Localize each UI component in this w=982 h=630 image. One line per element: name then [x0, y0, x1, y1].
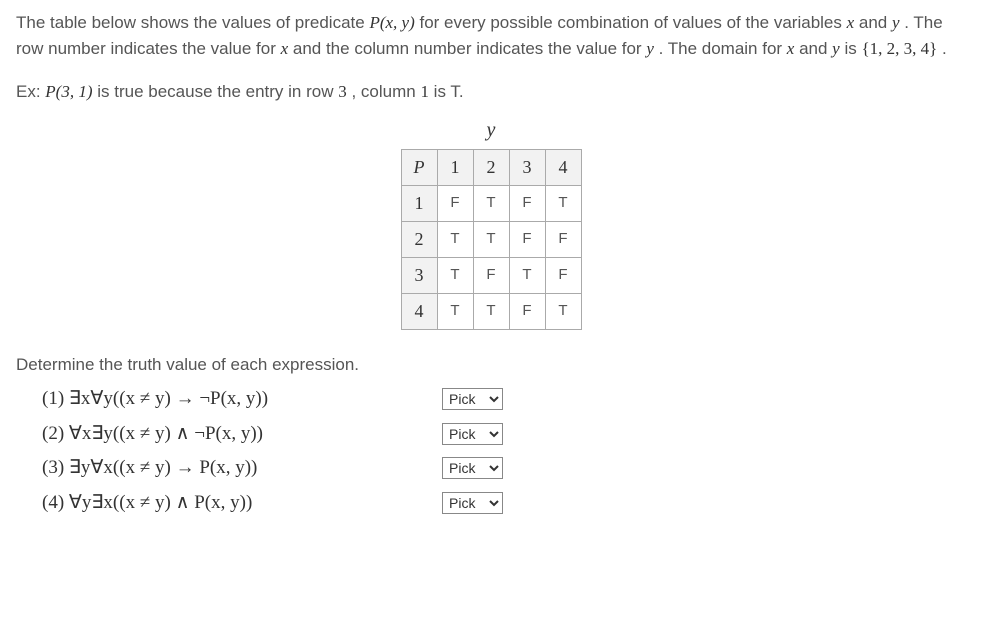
domain-set: {1, 2, 3, 4}	[861, 39, 937, 58]
determine-prompt: Determine the truth value of each expres…	[16, 352, 966, 378]
truth-cell: T	[545, 185, 581, 221]
truth-cell: F	[473, 257, 509, 293]
col-header: 1	[437, 149, 473, 185]
answer-select-4[interactable]: Pick True False	[442, 492, 503, 514]
truth-table: P 1 2 3 4 1 F T F T 2 T T F F 3 T F T F	[401, 149, 582, 330]
example-line: Ex: P(3, 1) is true because the entry in…	[16, 79, 966, 105]
intro-text: and	[859, 13, 892, 32]
answer-select-1[interactable]: Pick True False	[442, 388, 503, 410]
table-row: 1 F T F T	[401, 185, 581, 221]
col-header: 2	[473, 149, 509, 185]
answer-select-2[interactable]: Pick True False	[442, 423, 503, 445]
questions-block: (1) ∃x∀y((x ≠ y) → ¬P(x, y)) Pick True F…	[42, 385, 966, 517]
example-prefix: Ex:	[16, 82, 45, 101]
table-row: 4 T T F T	[401, 293, 581, 329]
table-row: 3 T F T F	[401, 257, 581, 293]
answer-select-3[interactable]: Pick True False	[442, 457, 503, 479]
truth-cell: T	[473, 185, 509, 221]
predicate-symbol: P(x, y)	[369, 13, 414, 32]
question-expression: ∃x∀y((x ≠ y) → ¬P(x, y))	[69, 388, 268, 409]
question-number: (4)	[42, 489, 64, 518]
example-text: is true because the entry in row	[97, 82, 338, 101]
question-row: (2) ∀x∃y((x ≠ y) ∧ ¬P(x, y)) Pick True F…	[42, 420, 966, 449]
intro-text: and the column number indicates the valu…	[293, 39, 646, 58]
truth-cell: F	[437, 185, 473, 221]
question-row: (3) ∃y∀x((x ≠ y) → P(x, y)) Pick True Fa…	[42, 454, 966, 483]
intro-paragraph: The table below shows the values of pred…	[16, 10, 956, 61]
intro-text: and	[799, 39, 832, 58]
row-header: 1	[401, 185, 437, 221]
truth-cell: F	[509, 185, 545, 221]
var-y: y	[832, 39, 840, 58]
var-y: y	[892, 13, 900, 32]
example-row: 3	[338, 82, 347, 101]
truth-cell: T	[437, 221, 473, 257]
col-header: 3	[509, 149, 545, 185]
example-text: , column	[351, 82, 420, 101]
col-header: 4	[545, 149, 581, 185]
row-header: 3	[401, 257, 437, 293]
example-text: is T.	[434, 82, 464, 101]
intro-text: for every possible combination of values…	[419, 13, 846, 32]
truth-cell: F	[509, 221, 545, 257]
intro-text: The table below shows the values of pred…	[16, 13, 369, 32]
truth-cell: T	[473, 293, 509, 329]
question-expression: ∀x∃y((x ≠ y) ∧ ¬P(x, y))	[69, 423, 263, 444]
question-row: (4) ∀y∃x((x ≠ y) ∧ P(x, y)) Pick True Fa…	[42, 489, 966, 518]
truth-cell: F	[509, 293, 545, 329]
var-y: y	[646, 39, 654, 58]
example-predicate: P(3, 1)	[45, 82, 92, 101]
intro-text: is	[844, 39, 861, 58]
intro-text: . The domain for	[659, 39, 787, 58]
var-x: x	[281, 39, 289, 58]
question-expression: ∀y∃x((x ≠ y) ∧ P(x, y))	[69, 492, 252, 513]
example-col: 1	[420, 82, 429, 101]
question-expression: ∃y∀x((x ≠ y) → P(x, y))	[69, 457, 257, 478]
table-corner: P	[401, 149, 437, 185]
question-number: (2)	[42, 420, 64, 449]
truth-cell: F	[545, 221, 581, 257]
y-axis-label: y	[16, 115, 966, 145]
table-row: 2 T T F F	[401, 221, 581, 257]
truth-cell: T	[473, 221, 509, 257]
var-x: x	[787, 39, 795, 58]
header-row: P 1 2 3 4	[401, 149, 581, 185]
var-x: x	[847, 13, 855, 32]
question-number: (1)	[42, 385, 64, 414]
truth-cell: T	[437, 293, 473, 329]
truth-table-container: y P 1 2 3 4 1 F T F T 2 T T F F 3 T F T …	[16, 115, 966, 330]
truth-cell: T	[509, 257, 545, 293]
row-header: 2	[401, 221, 437, 257]
question-row: (1) ∃x∀y((x ≠ y) → ¬P(x, y)) Pick True F…	[42, 385, 966, 414]
intro-text: .	[942, 39, 947, 58]
truth-cell: F	[545, 257, 581, 293]
question-number: (3)	[42, 454, 64, 483]
row-header: 4	[401, 293, 437, 329]
truth-cell: T	[437, 257, 473, 293]
truth-cell: T	[545, 293, 581, 329]
